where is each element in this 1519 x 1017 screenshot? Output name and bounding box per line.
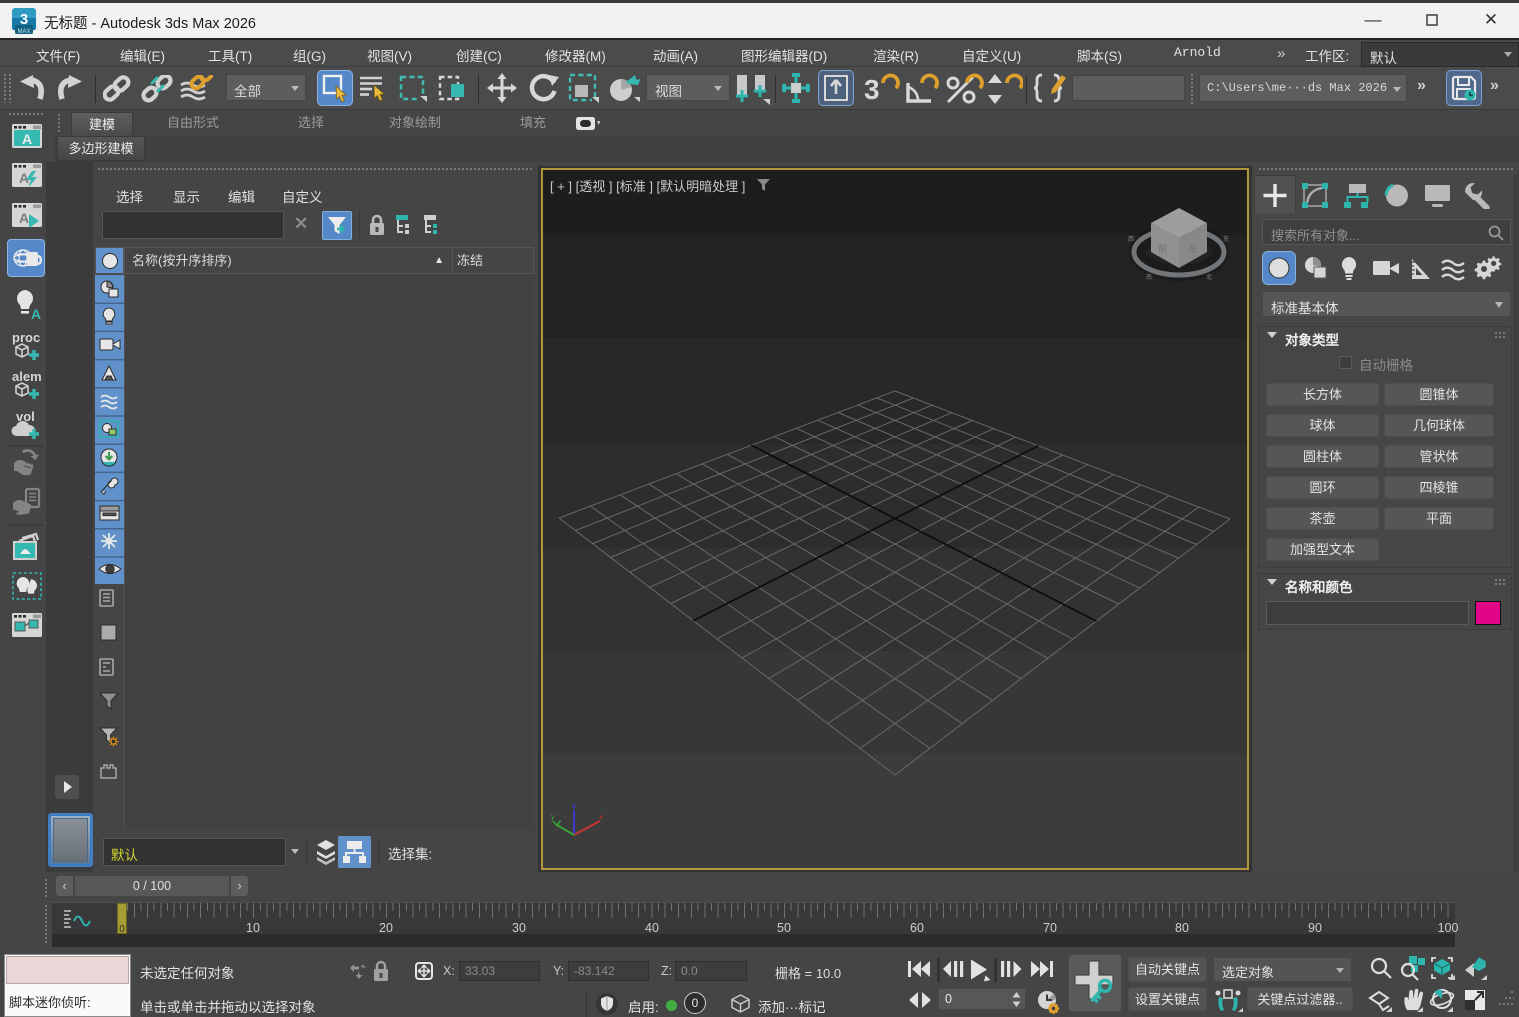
svg-text:60: 60 bbox=[910, 921, 924, 935]
svg-text:100: 100 bbox=[1438, 921, 1459, 935]
svg-text:80: 80 bbox=[1175, 921, 1189, 935]
svg-text:前: 前 bbox=[1158, 243, 1167, 254]
svg-text:北: 北 bbox=[1206, 273, 1212, 281]
svg-text:proc: proc bbox=[12, 330, 40, 345]
svg-text:50: 50 bbox=[777, 921, 791, 935]
svg-text:z: z bbox=[572, 801, 576, 810]
svg-text:A: A bbox=[19, 210, 29, 226]
svg-text:20: 20 bbox=[379, 921, 393, 935]
svg-text:y: y bbox=[551, 812, 555, 821]
svg-text:40: 40 bbox=[645, 921, 659, 935]
svg-text:A: A bbox=[22, 131, 32, 147]
svg-text:南: 南 bbox=[1146, 273, 1152, 281]
svg-text:左: 左 bbox=[1188, 243, 1197, 254]
svg-text:x: x bbox=[599, 812, 603, 821]
svg-text:MAX: MAX bbox=[17, 29, 30, 35]
svg-text:70: 70 bbox=[1043, 921, 1057, 935]
svg-text:A: A bbox=[31, 306, 41, 322]
svg-text:3: 3 bbox=[864, 74, 880, 105]
svg-text:西: 西 bbox=[1128, 236, 1134, 243]
svg-text:30: 30 bbox=[512, 921, 526, 935]
svg-text:3: 3 bbox=[20, 11, 28, 28]
svg-text:90: 90 bbox=[1308, 921, 1322, 935]
svg-text:alem: alem bbox=[12, 369, 42, 384]
svg-text:东: 东 bbox=[1223, 235, 1229, 243]
svg-text:10: 10 bbox=[246, 921, 260, 935]
